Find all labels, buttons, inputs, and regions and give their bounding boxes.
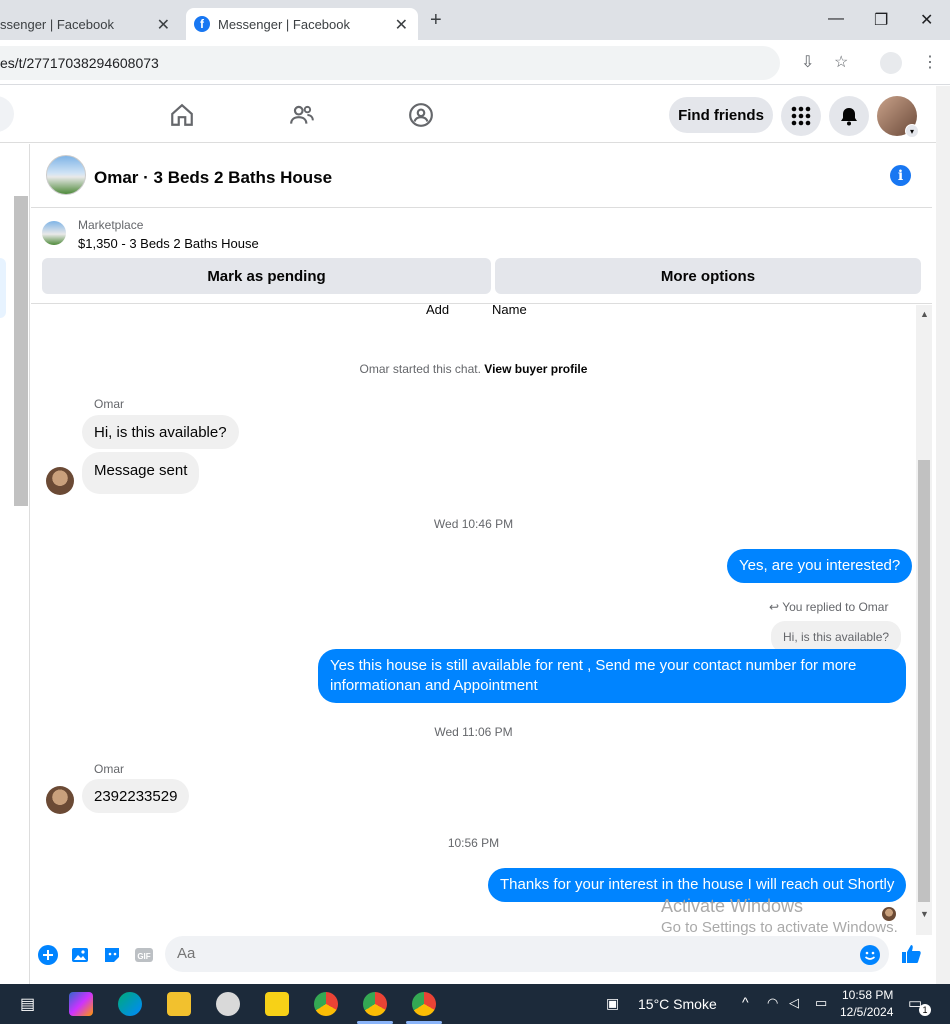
clock-date[interactable]: 12/5/2024 <box>840 1005 893 1019</box>
task-view-icon[interactable]: ▤ <box>20 994 35 1014</box>
omar-avatar[interactable] <box>46 786 74 814</box>
browser-profile-icon[interactable] <box>880 52 902 74</box>
chevron-down-icon: ▾ <box>905 124 919 138</box>
address-bar[interactable]: es/t/27717038294608073 <box>0 46 780 80</box>
tab-messenger-1[interactable]: ssenger | Facebook ✕ <box>0 8 180 40</box>
reply-indicator-text: You replied to Omar <box>782 600 889 614</box>
marketplace-label: Marketplace <box>78 218 144 232</box>
message-composer: GIF <box>31 936 936 984</box>
clock-time[interactable]: 10:58 PM <box>842 988 893 1002</box>
file-explorer-icon[interactable] <box>167 992 191 1016</box>
message-thread: Add Name Omar started this chat. View bu… <box>31 305 916 935</box>
like-thumb-icon[interactable] <box>900 943 922 965</box>
incoming-message[interactable]: 2392233529 <box>82 779 190 813</box>
reply-arrow-icon: ↩ <box>769 600 780 614</box>
account-avatar[interactable]: ▾ <box>877 96 919 138</box>
chrome-icon[interactable] <box>314 992 338 1016</box>
outgoing-message[interactable]: Yes this house is still available for re… <box>318 649 906 703</box>
sender-name: Omar <box>94 762 124 776</box>
volume-icon[interactable]: ◁ <box>789 995 799 1011</box>
more-options-button[interactable]: More options <box>495 258 921 294</box>
home-icon[interactable] <box>169 102 195 128</box>
chrome-profile-icon[interactable] <box>363 992 387 1016</box>
message-input[interactable] <box>165 936 889 972</box>
bookmark-star-icon[interactable]: ☆ <box>834 52 848 72</box>
timestamp: 10:56 PM <box>447 836 500 850</box>
mark-as-pending-button[interactable]: Mark as pending <box>42 258 491 294</box>
chat-title[interactable]: Omar · 3 Beds 2 Baths House <box>94 168 332 188</box>
incoming-message[interactable]: Hi, is this available? <box>82 415 239 449</box>
sender-name: Omar <box>94 397 124 411</box>
tab-title: Messenger | Facebook <box>218 16 350 32</box>
weather-text[interactable]: 15°C Smoke <box>638 996 717 1012</box>
facebook-icon: f <box>194 16 210 32</box>
close-window-icon[interactable]: ✕ <box>920 10 933 30</box>
scroll-up-icon[interactable]: ▲ <box>920 309 929 319</box>
partial-text-add: Add <box>426 305 450 317</box>
install-icon[interactable]: ⇩ <box>801 52 814 72</box>
friends-icon[interactable] <box>289 102 315 128</box>
sticky-notes-icon[interactable] <box>265 992 289 1016</box>
thread-scrollbar[interactable]: ▲ ▼ <box>916 305 932 935</box>
windows-taskbar: ▤ ▣ 15°C Smoke ^ ◠ ◁ ▭ 10:58 PM 12/5/202… <box>0 984 950 1024</box>
close-tab-icon[interactable]: ✕ <box>157 15 170 35</box>
photo-icon[interactable] <box>70 945 90 965</box>
activation-watermark-title: Activate Windows <box>661 896 804 916</box>
timestamp: Wed 11:06 PM <box>434 725 513 739</box>
tray-chevron-icon[interactable]: ^ <box>742 994 749 1010</box>
menu-dots-icon[interactable]: ⋮ <box>922 52 938 72</box>
find-friends-button[interactable]: Find friends <box>669 97 773 133</box>
chat-started-text: Omar started this chat. <box>359 362 481 376</box>
incoming-message[interactable]: Message sent <box>82 452 200 494</box>
listing-price[interactable]: $1,350 - 3 Beds 2 Baths House <box>78 236 259 251</box>
wifi-icon[interactable]: ◠ <box>767 995 778 1011</box>
edge-icon[interactable] <box>118 992 142 1016</box>
listing-small-thumbnail <box>42 221 66 245</box>
new-tab-icon[interactable]: + <box>430 9 442 32</box>
svg-text:GIF: GIF <box>137 952 150 961</box>
minimize-icon[interactable]: — <box>828 10 844 28</box>
close-tab-icon[interactable]: ✕ <box>395 15 408 35</box>
outgoing-message[interactable]: Yes, are you interested? <box>727 549 913 583</box>
copilot-icon[interactable] <box>69 992 93 1016</box>
search-field-stub[interactable] <box>0 96 14 132</box>
timestamp: Wed 10:46 PM <box>433 517 514 531</box>
view-buyer-profile-link[interactable]: View buyer profile <box>484 362 587 376</box>
chat-header: Omar · 3 Beds 2 Baths House i <box>31 144 932 208</box>
sticker-icon[interactable] <box>102 945 122 965</box>
restore-icon[interactable]: ❐ <box>874 10 888 30</box>
app-icon[interactable] <box>216 992 240 1016</box>
page-scrollbar[interactable] <box>936 86 950 984</box>
scroll-down-icon[interactable]: ▼ <box>920 909 929 919</box>
battery-icon[interactable]: ▭ <box>815 995 827 1011</box>
notifications-button[interactable] <box>829 96 869 136</box>
notification-count: 1 <box>919 1004 931 1016</box>
chat-started-notice: Omar started this chat. View buyer profi… <box>31 362 916 376</box>
info-icon[interactable]: i <box>890 165 911 186</box>
reply-indicator: ↩ You replied to Omar <box>769 600 888 614</box>
chrome-active-icon[interactable] <box>412 992 436 1016</box>
facebook-nav: Find friends ▾ <box>0 86 936 143</box>
tab-title: ssenger | Facebook <box>0 16 114 32</box>
bell-icon <box>841 108 857 126</box>
menu-grid-button[interactable] <box>781 96 821 136</box>
chat-list-selected-indicator <box>0 258 6 318</box>
address-bar-row: es/t/27717038294608073 ⇩ ☆ ⋮ <box>0 40 950 85</box>
gif-icon[interactable]: GIF <box>134 945 154 965</box>
activation-watermark-text: Go to Settings to activate Windows. <box>661 919 898 936</box>
plus-circle-icon[interactable] <box>38 945 58 965</box>
tab-messenger-2[interactable]: f Messenger | Facebook ✕ <box>186 8 418 40</box>
scrollbar-thumb[interactable] <box>918 460 930 902</box>
emoji-icon[interactable] <box>860 945 880 965</box>
chat-list-scrollbar[interactable] <box>14 196 28 506</box>
browser-tab-bar: ssenger | Facebook ✕ f Messenger | Faceb… <box>0 0 950 40</box>
weather-icon[interactable]: ▣ <box>606 995 619 1012</box>
partial-text-name: Name <box>492 305 527 317</box>
groups-icon[interactable] <box>408 102 434 128</box>
marketplace-banner: Marketplace $1,350 - 3 Beds 2 Baths Hous… <box>31 209 932 304</box>
listing-thumbnail[interactable] <box>46 155 86 195</box>
grid-icon <box>791 106 811 126</box>
omar-avatar[interactable] <box>46 467 74 495</box>
